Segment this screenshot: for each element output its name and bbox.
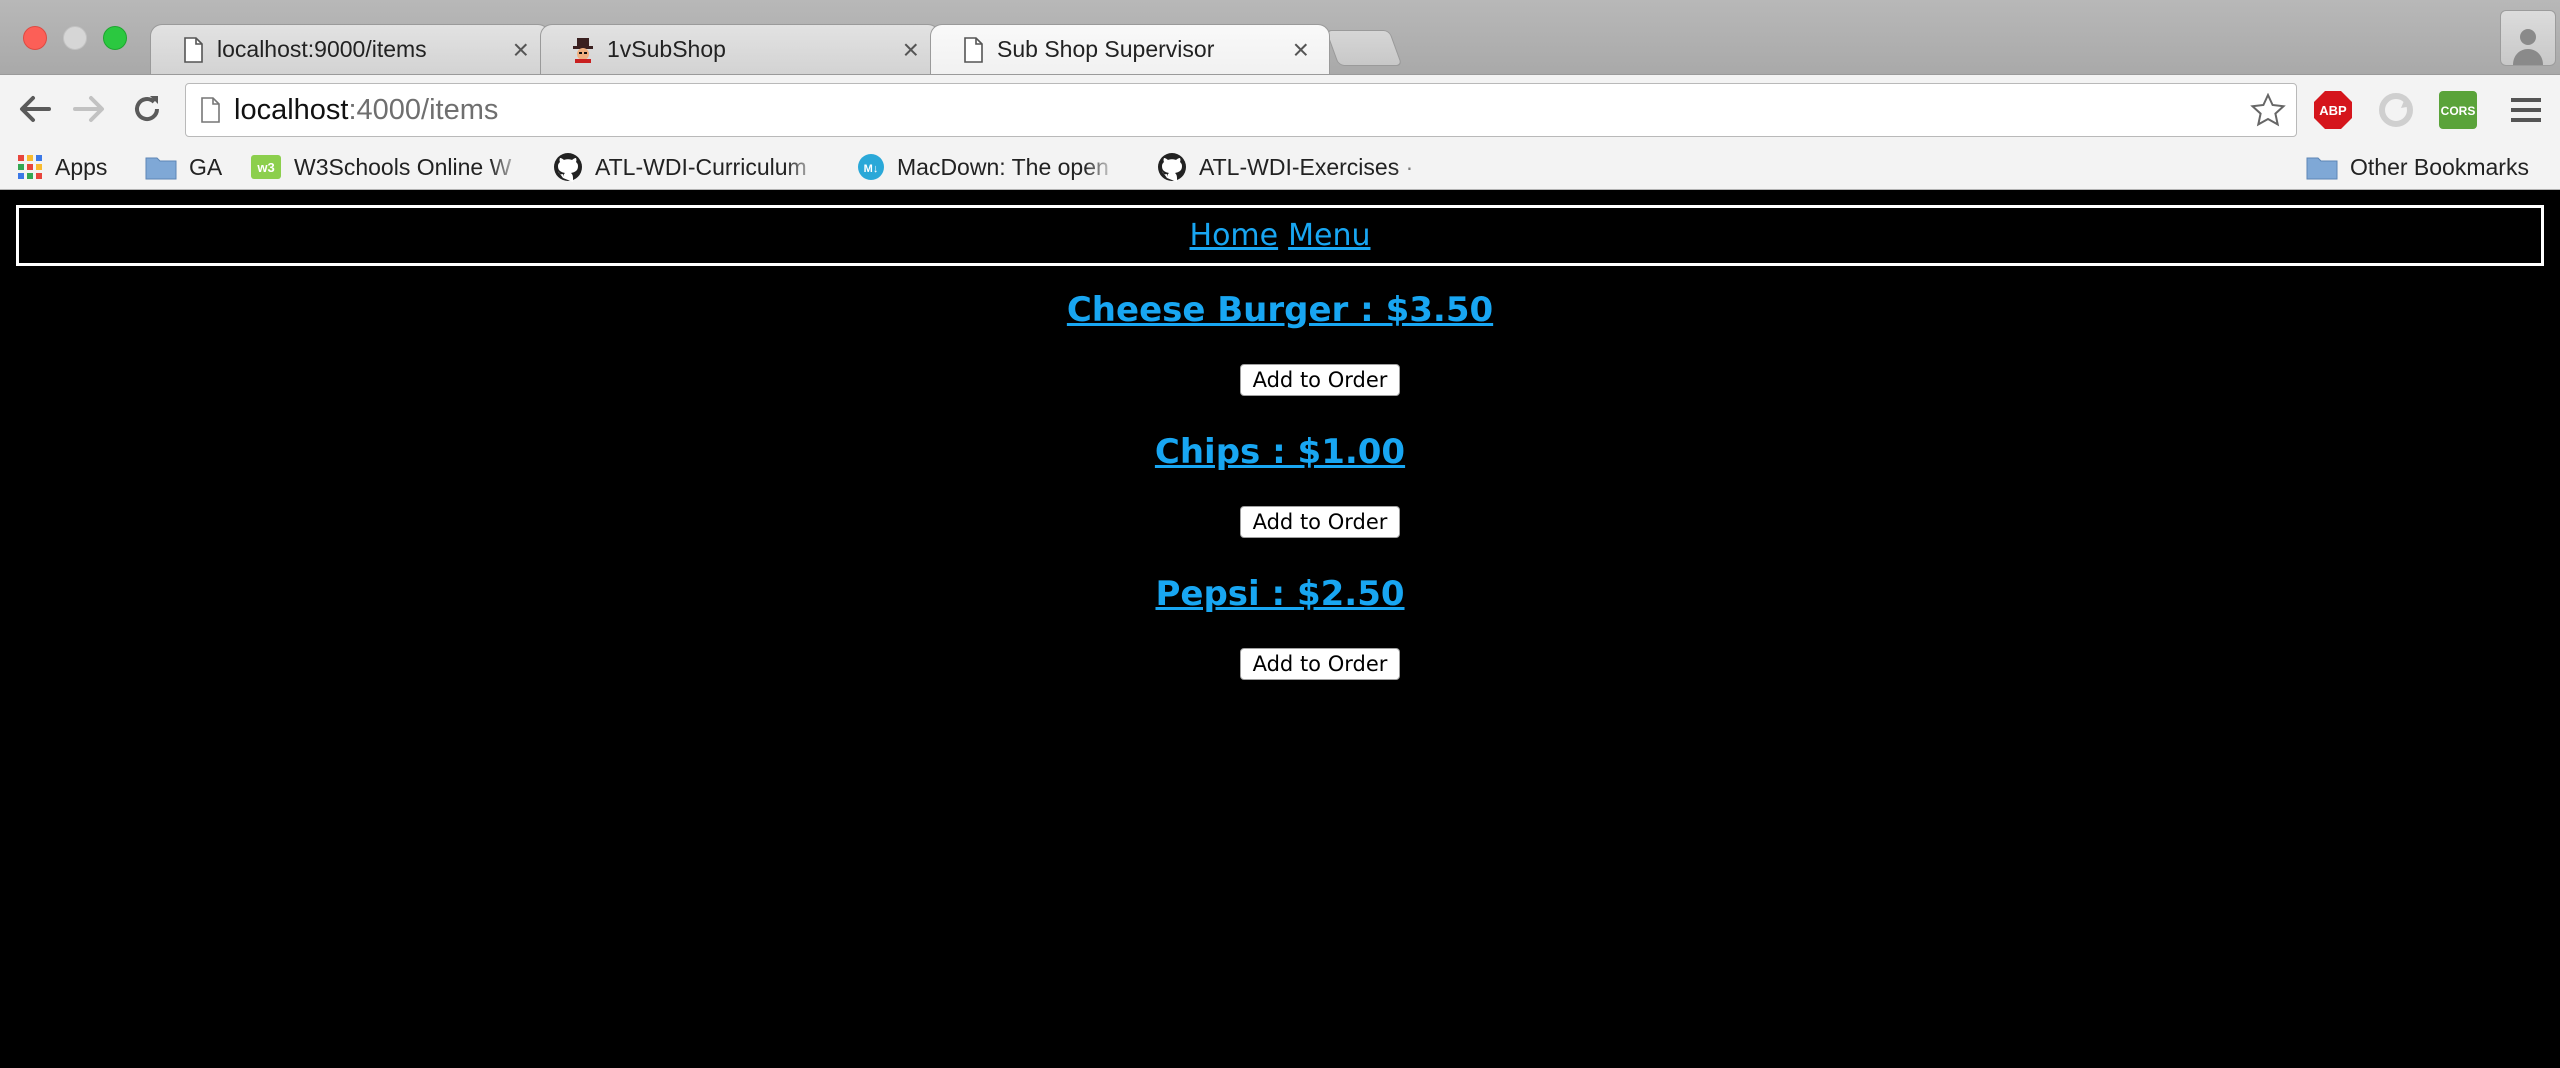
- item-link[interactable]: Pepsi : $2.50: [1155, 574, 1404, 614]
- bookmark-label: ATL-WDI-Curriculum: [595, 153, 807, 180]
- item-title: Chips : $1.00: [0, 432, 2560, 472]
- add-to-order-button[interactable]: Add to Order: [1240, 364, 1400, 396]
- item-title: Cheese Burger : $3.50: [0, 290, 2560, 330]
- close-tab-icon[interactable]: ×: [903, 34, 919, 65]
- profile-button[interactable]: [2500, 10, 2556, 66]
- item-title: Pepsi : $2.50: [0, 574, 2560, 614]
- cors-icon[interactable]: CORS: [2437, 89, 2479, 131]
- cors-label: CORS: [2441, 104, 2476, 118]
- bookmark-ga[interactable]: GA: [145, 144, 222, 190]
- tab-title: Sub Shop Supervisor: [997, 36, 1215, 62]
- browser-titlebar: localhost:9000/items × 1vSubShop × Sub S…: [0, 0, 2560, 74]
- close-window-button[interactable]: [23, 26, 47, 50]
- sync-icon[interactable]: [2375, 89, 2417, 131]
- bookmark-apps[interactable]: Apps: [17, 144, 107, 190]
- url-text: localhost:4000/items: [234, 94, 498, 127]
- folder-icon: [2306, 154, 2338, 180]
- bookmark-label: ATL-WDI-Exercises ·: [1199, 153, 1414, 180]
- close-tab-icon[interactable]: ×: [513, 34, 529, 65]
- bookmark-w3schools[interactable]: w3 W3Schools Online W: [250, 144, 524, 190]
- bookmark-label: W3Schools Online W: [294, 153, 512, 180]
- menu-item-list: Cheese Burger : $3.50 Add to Order Chips…: [0, 290, 2560, 716]
- bookmarks-bar: Apps GA w3 W3Schools Online W ATL-WDI-Cu…: [0, 144, 2560, 190]
- svg-text:w3: w3: [256, 160, 274, 175]
- svg-text:M↓: M↓: [864, 163, 879, 175]
- minimize-window-button[interactable]: [63, 26, 87, 50]
- adblock-plus-icon[interactable]: ABP: [2312, 89, 2354, 131]
- bookmark-label: GA: [189, 153, 223, 180]
- hamburger-menu-icon: [2511, 98, 2541, 122]
- item-link[interactable]: Chips : $1.00: [1155, 432, 1405, 472]
- arrow-right-icon: [73, 96, 104, 122]
- bookmark-other-bookmarks[interactable]: Other Bookmarks: [2306, 144, 2529, 190]
- menu-item: Cheese Burger : $3.50 Add to Order: [0, 290, 2560, 432]
- reload-icon: [135, 96, 160, 122]
- tab-title: localhost:9000/items: [217, 36, 427, 62]
- person-icon: [2513, 29, 2543, 65]
- nav-menu-link[interactable]: Menu: [1288, 218, 1370, 253]
- forward-button[interactable]: [70, 89, 110, 129]
- bookmark-label: Other Bookmarks: [2350, 153, 2529, 180]
- abp-label: ABP: [2319, 103, 2347, 118]
- w3schools-icon: w3: [250, 154, 282, 180]
- item-link[interactable]: Cheese Burger : $3.50: [1067, 290, 1493, 330]
- apps-grid-icon: [17, 154, 43, 180]
- site-nav: Home Menu: [16, 205, 2544, 266]
- hat-character-icon: [573, 37, 593, 63]
- page-icon: [201, 97, 220, 123]
- page-viewport: Home Menu Cheese Burger : $3.50 Add to O…: [0, 190, 2560, 1068]
- chrome-menu-button[interactable]: [2505, 89, 2547, 131]
- bookmark-label: Apps: [55, 153, 108, 180]
- bookmark-macdown[interactable]: M↓ MacDown: The open: [857, 144, 1117, 190]
- bookmark-atl-wdi-curriculum[interactable]: ATL-WDI-Curriculum: [553, 144, 820, 190]
- add-to-order-button[interactable]: Add to Order: [1240, 506, 1400, 538]
- add-to-order-button[interactable]: Add to Order: [1240, 648, 1400, 680]
- arrow-left-icon: [20, 96, 51, 122]
- browser-toolbar: localhost:4000/items ABP CORS: [0, 74, 2560, 144]
- zoom-window-button[interactable]: [103, 26, 127, 50]
- url-host: localhost: [234, 93, 349, 126]
- back-button[interactable]: [14, 89, 54, 129]
- macdown-icon: M↓: [857, 153, 885, 181]
- github-icon: [553, 152, 583, 182]
- close-tab-icon[interactable]: ×: [1293, 34, 1309, 65]
- tab-title: 1vSubShop: [607, 36, 726, 62]
- page-icon: [184, 36, 203, 63]
- address-bar[interactable]: localhost:4000/items: [185, 83, 2297, 137]
- menu-item: Chips : $1.00 Add to Order: [0, 432, 2560, 574]
- url-path: :4000/items: [348, 93, 499, 126]
- nav-home-link[interactable]: Home: [1190, 218, 1279, 253]
- bookmark-star-icon[interactable]: [2250, 93, 2286, 127]
- folder-icon: [145, 154, 177, 180]
- menu-item: Pepsi : $2.50 Add to Order: [0, 574, 2560, 716]
- tab-1vsubshop[interactable]: 1vSubShop ×: [540, 24, 940, 74]
- bookmark-label: MacDown: The open: [897, 153, 1109, 180]
- tab-localhost-9000[interactable]: localhost:9000/items ×: [150, 24, 550, 74]
- github-icon: [1157, 152, 1187, 182]
- page-icon: [964, 36, 983, 63]
- reload-button[interactable]: [127, 89, 167, 129]
- tab-sub-shop-supervisor[interactable]: Sub Shop Supervisor ×: [930, 24, 1330, 74]
- new-tab-button[interactable]: [1325, 30, 1403, 66]
- bookmark-atl-wdi-exercises[interactable]: ATL-WDI-Exercises ·: [1157, 144, 1429, 190]
